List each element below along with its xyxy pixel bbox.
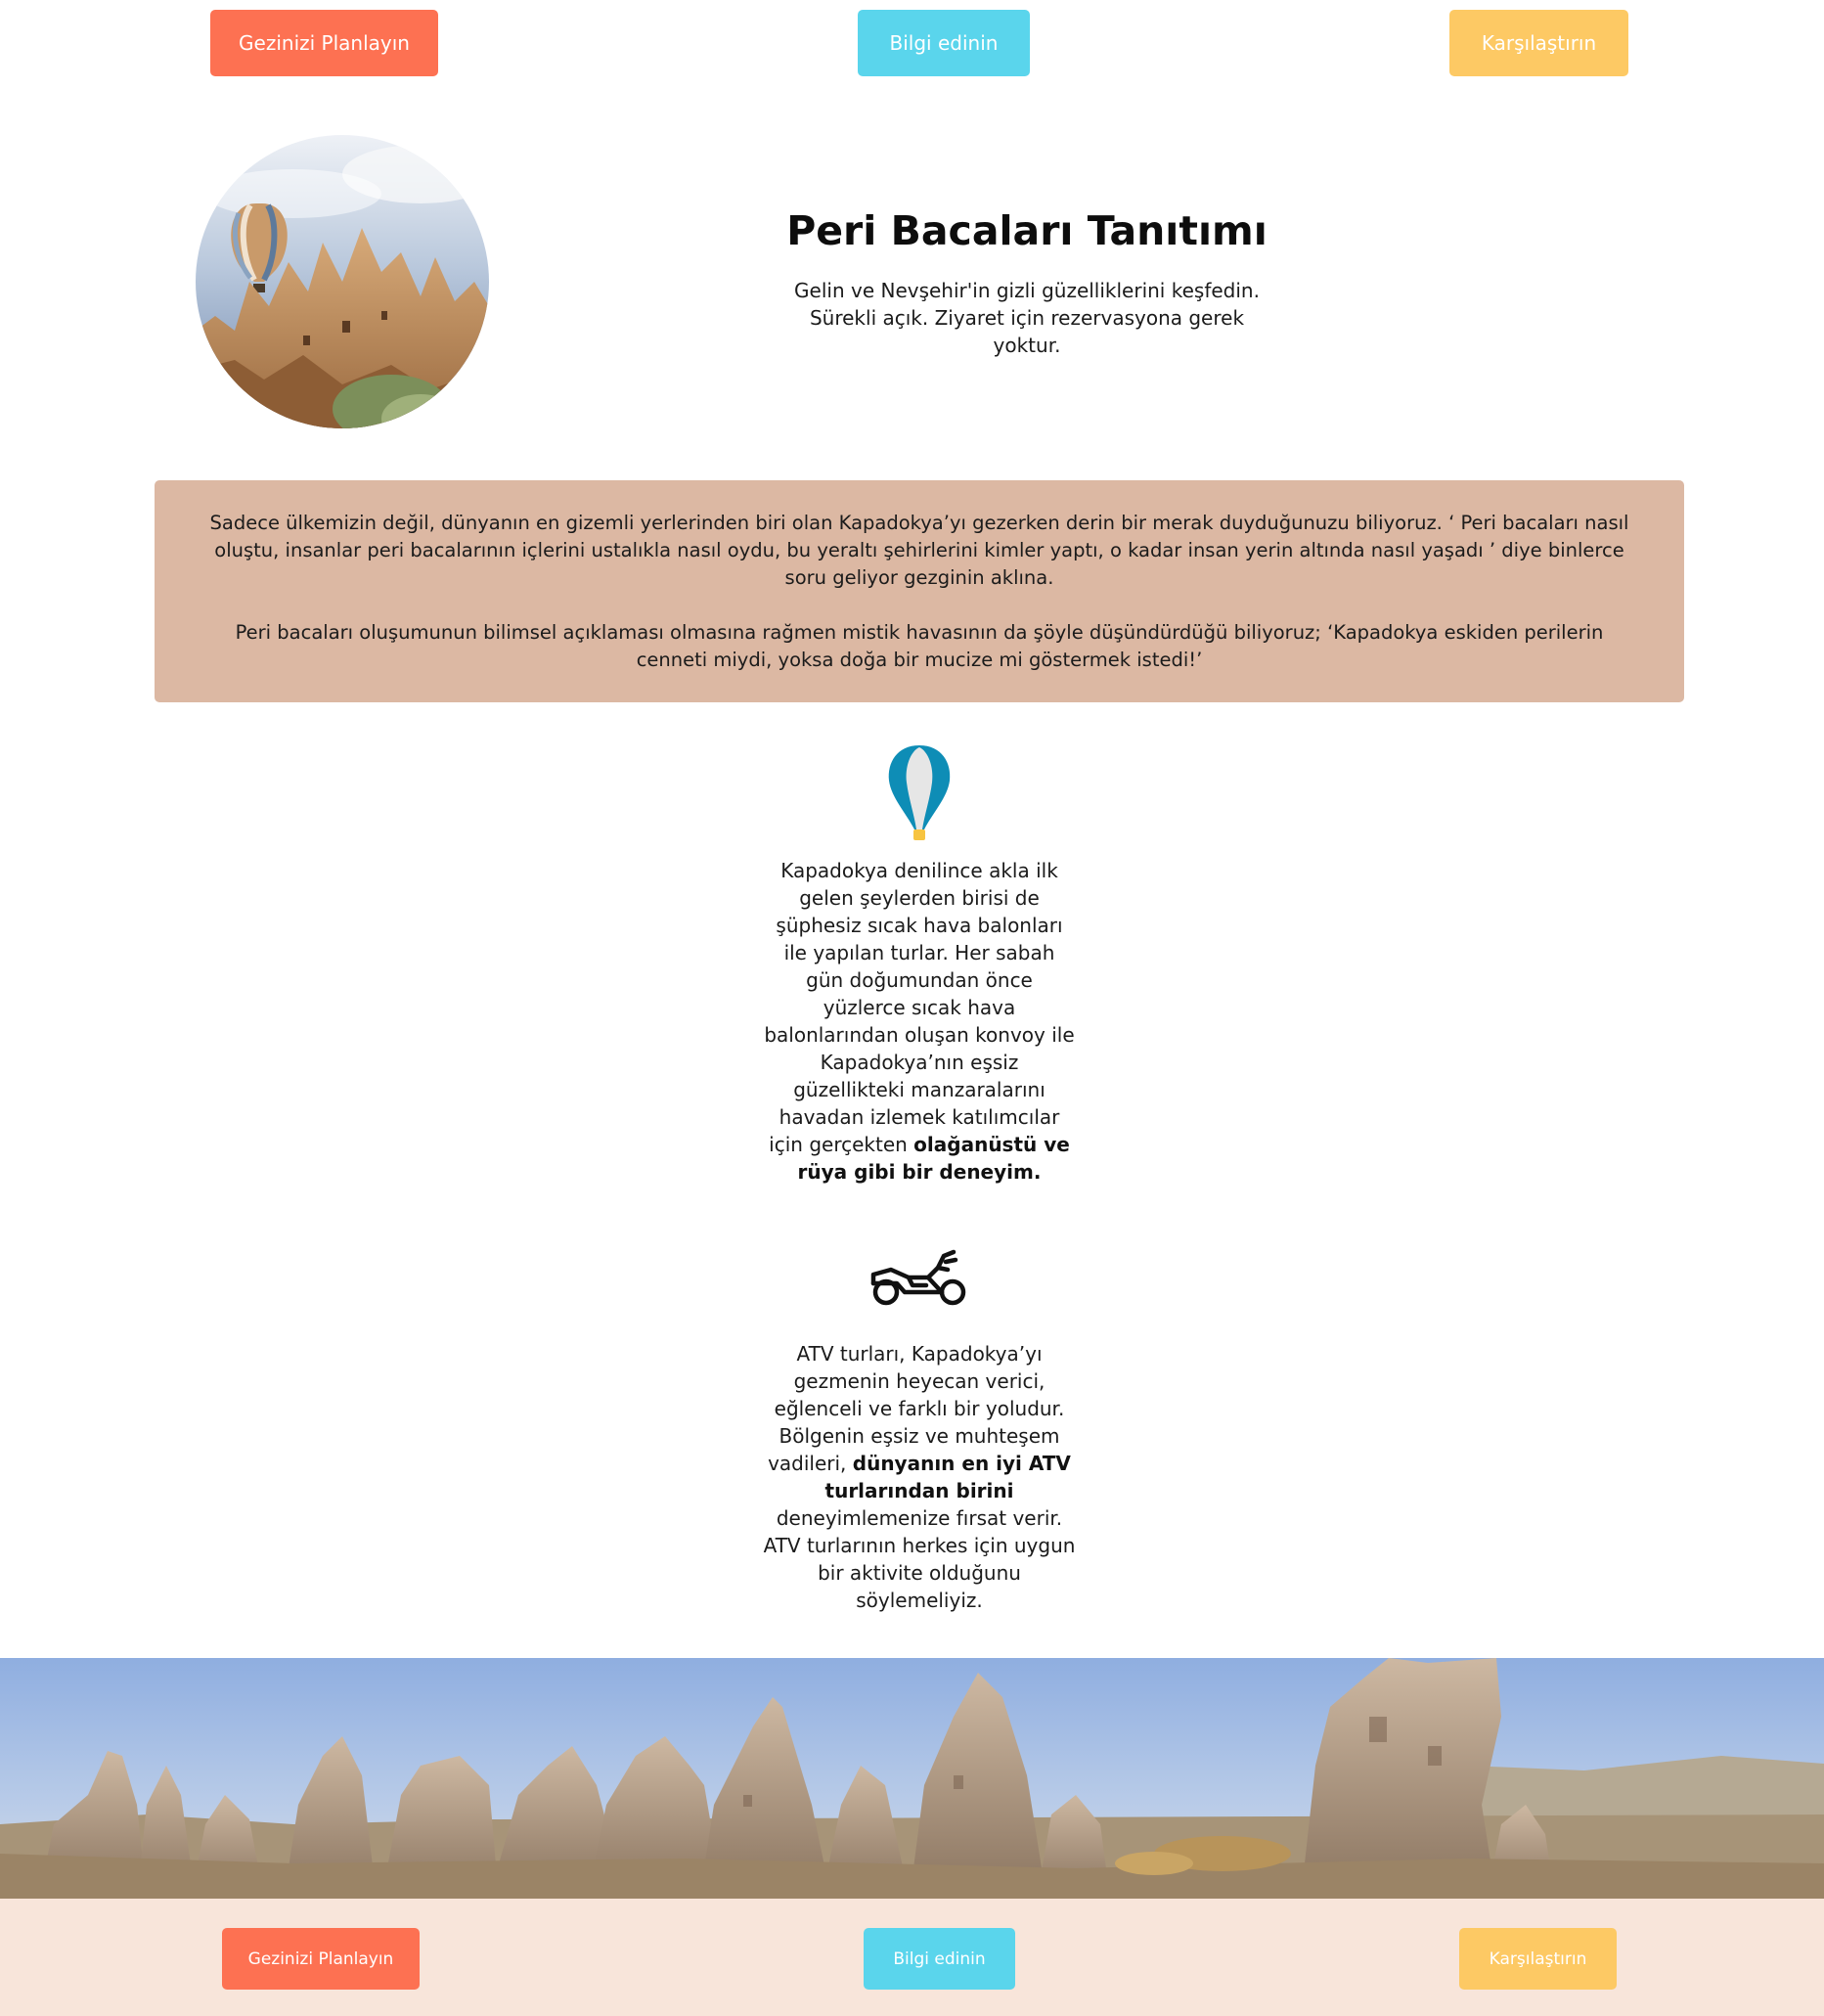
footer: Gezinizi Planlayın Bilgi edinin Karşılaş… — [0, 1899, 1824, 2016]
balloon-tour-text: Kapadokya denilince akla ilk gelen şeyle… — [763, 857, 1076, 1186]
hero-photo — [196, 135, 489, 428]
motorcycle-icon — [869, 1248, 969, 1309]
landscape-photo — [0, 1658, 1824, 1899]
atv-text-plain-2: deneyimlemenize fırsat verir. ATV turlar… — [763, 1506, 1076, 1612]
footer-get-info-button[interactable]: Bilgi edinin — [864, 1928, 1015, 1990]
hot-air-balloon-icon — [885, 743, 954, 846]
intro-box: Sadece ülkemizin değil, dünyanın en gize… — [155, 480, 1684, 702]
page-title: Peri Bacaları Tanıtımı — [786, 207, 1268, 254]
plan-trip-button[interactable]: Gezinizi Planlayın — [210, 10, 438, 76]
intro-paragraph-2: Peri bacaları oluşumunun bilimsel açıkla… — [235, 621, 1604, 671]
footer-compare-button[interactable]: Karşılaştırın — [1459, 1928, 1617, 1990]
get-info-button[interactable]: Bilgi edinin — [858, 10, 1030, 76]
balloon-text-plain: Kapadokya denilince akla ilk gelen şeyle… — [764, 859, 1075, 1156]
atv-text-bold: dünyanın en iyi ATV turlarından birini — [824, 1452, 1071, 1502]
atv-tour-text: ATV turları, Kapadokya’yı gezmenin heyec… — [763, 1340, 1076, 1614]
compare-button[interactable]: Karşılaştırın — [1449, 10, 1628, 76]
footer-plan-trip-button[interactable]: Gezinizi Planlayın — [222, 1928, 420, 1990]
page-subtitle: Gelin ve Nevşehir'in gizli güzelliklerin… — [794, 279, 1260, 357]
intro-paragraph-1: Sadece ülkemizin değil, dünyanın en gize… — [209, 512, 1629, 589]
